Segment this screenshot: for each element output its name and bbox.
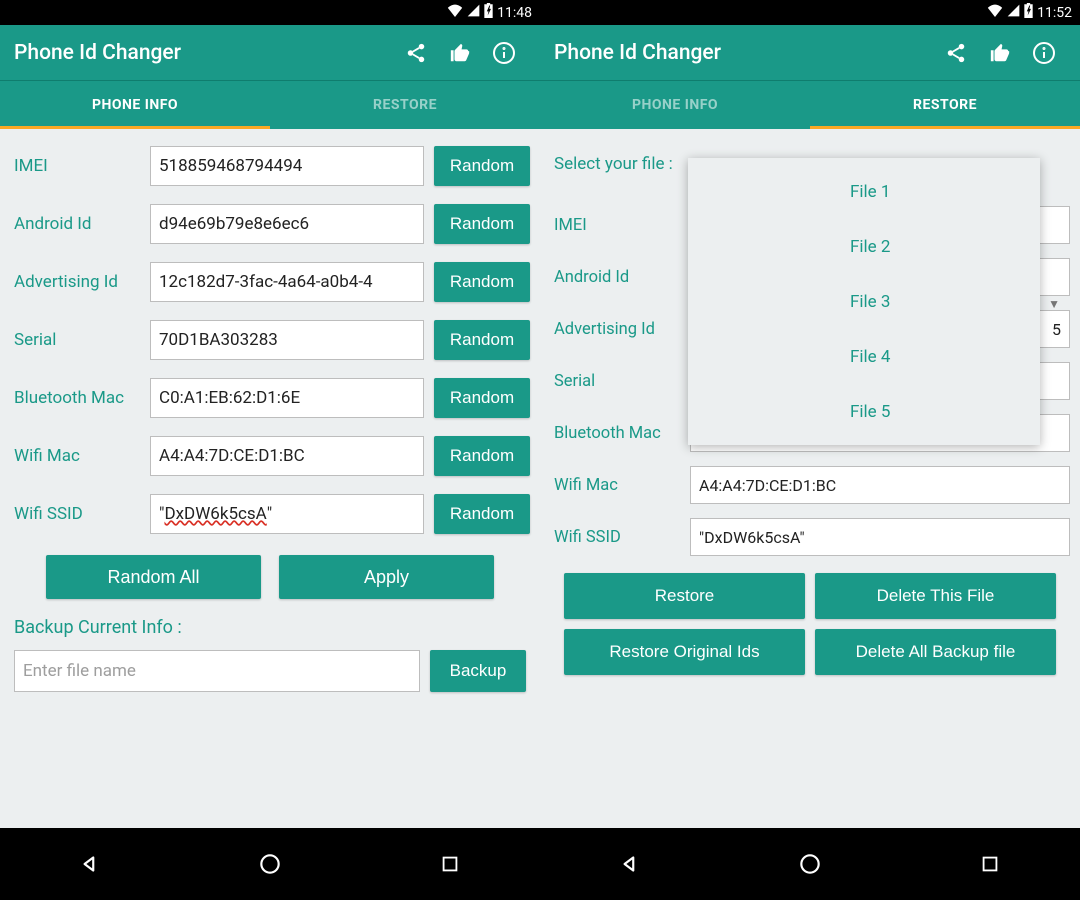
tab-restore[interactable]: RESTORE bbox=[810, 81, 1080, 129]
nav-recent-icon[interactable] bbox=[960, 839, 1020, 889]
backup-header: Backup Current Info : bbox=[10, 607, 530, 646]
tab-phone-info[interactable]: PHONE INFO bbox=[540, 81, 810, 129]
system-nav-bar bbox=[540, 828, 1080, 900]
app-title: Phone Id Changer bbox=[14, 41, 394, 65]
label-androidid: Android Id bbox=[550, 268, 690, 287]
label-ssid: Wifi SSID bbox=[550, 528, 690, 547]
status-bar: 11:48 bbox=[0, 0, 540, 25]
label-imei: IMEI bbox=[550, 216, 690, 235]
input-ssid[interactable]: "DxDW6k5csA" bbox=[150, 494, 424, 534]
input-wifimac[interactable]: A4:A4:7D:CE:D1:BC bbox=[150, 436, 424, 476]
dropdown-caret-icon[interactable]: ▼ bbox=[1048, 297, 1060, 311]
field-row-advid: Advertising Id 12c182d7-3fac-4a64-a0b4-4… bbox=[10, 253, 530, 311]
field-row-imei: IMEI 518859468794494 Random bbox=[10, 137, 530, 195]
field-row-wifimac: Wifi Mac A4:A4:7D:CE:D1:BC bbox=[550, 459, 1070, 511]
nav-home-icon[interactable] bbox=[240, 839, 300, 889]
field-row-wifimac: Wifi Mac A4:A4:7D:CE:D1:BC Random bbox=[10, 427, 530, 485]
input-advid[interactable]: 12c182d7-3fac-4a64-a0b4-4 bbox=[150, 262, 424, 302]
label-serial: Serial bbox=[10, 330, 150, 350]
random-button-ssid[interactable]: Random bbox=[434, 494, 530, 534]
tab-phone-info[interactable]: PHONE INFO bbox=[0, 81, 270, 129]
screen-phone-info: 11:48 Phone Id Changer PHONE INFO RESTOR… bbox=[0, 0, 540, 900]
label-androidid: Android Id bbox=[10, 214, 150, 234]
field-row-androidid: Android Id d94e69b79e8e6ec6 Random bbox=[10, 195, 530, 253]
like-icon[interactable] bbox=[438, 31, 482, 75]
tab-restore[interactable]: RESTORE bbox=[270, 81, 540, 129]
label-advid: Advertising Id bbox=[550, 320, 690, 339]
input-imei[interactable]: 518859468794494 bbox=[150, 146, 424, 186]
screen-restore: 11:52 Phone Id Changer PHONE INFO RESTOR… bbox=[540, 0, 1080, 900]
field-row-ssid: Wifi SSID "DxDW6k5csA" bbox=[550, 511, 1070, 563]
info-icon[interactable] bbox=[482, 31, 526, 75]
restore-original-button[interactable]: Restore Original Ids bbox=[564, 629, 805, 675]
info-icon[interactable] bbox=[1022, 31, 1066, 75]
restore-button[interactable]: Restore bbox=[564, 573, 805, 619]
cell-signal-icon bbox=[467, 4, 480, 21]
system-nav-bar bbox=[0, 828, 540, 900]
label-wifimac: Wifi Mac bbox=[10, 446, 150, 466]
nav-back-icon[interactable] bbox=[60, 839, 120, 889]
backup-button[interactable]: Backup bbox=[430, 650, 526, 692]
like-icon[interactable] bbox=[978, 31, 1022, 75]
app-bar: Phone Id Changer bbox=[0, 25, 540, 81]
cell-signal-icon bbox=[1007, 4, 1020, 21]
content-area: IMEI 518859468794494 Random Android Id d… bbox=[0, 129, 540, 828]
app-bar: Phone Id Changer bbox=[540, 25, 1080, 81]
nav-home-icon[interactable] bbox=[780, 839, 840, 889]
random-button-serial[interactable]: Random bbox=[434, 320, 530, 360]
random-button-androidid[interactable]: Random bbox=[434, 204, 530, 244]
input-btmac[interactable]: C0:A1:EB:62:D1:6E bbox=[150, 378, 424, 418]
input-wifimac[interactable]: A4:A4:7D:CE:D1:BC bbox=[690, 466, 1070, 504]
random-button-imei[interactable]: Random bbox=[434, 146, 530, 186]
random-button-advid[interactable]: Random bbox=[434, 262, 530, 302]
status-time: 11:48 bbox=[497, 5, 532, 21]
delete-all-backup-button[interactable]: Delete All Backup file bbox=[815, 629, 1056, 675]
status-time: 11:52 bbox=[1037, 5, 1072, 21]
dropdown-item-file3[interactable]: File 3 bbox=[688, 274, 1040, 329]
field-row-serial: Serial 70D1BA303283 Random bbox=[10, 311, 530, 369]
dropdown-item-file2[interactable]: File 2 bbox=[688, 219, 1040, 274]
random-button-btmac[interactable]: Random bbox=[434, 378, 530, 418]
random-all-button[interactable]: Random All bbox=[46, 555, 261, 599]
dropdown-item-file1[interactable]: File 1 bbox=[688, 164, 1040, 219]
label-wifimac: Wifi Mac bbox=[550, 476, 690, 495]
field-row-btmac: Bluetooth Mac C0:A1:EB:62:D1:6E Random bbox=[10, 369, 530, 427]
random-button-wifimac[interactable]: Random bbox=[434, 436, 530, 476]
label-imei: IMEI bbox=[10, 156, 150, 176]
battery-charging-icon bbox=[484, 3, 493, 22]
nav-back-icon[interactable] bbox=[600, 839, 660, 889]
dropdown-item-file4[interactable]: File 4 bbox=[688, 329, 1040, 384]
file-dropdown-popup: File 1 File 2 File 3 File 4 File 5 bbox=[688, 158, 1040, 445]
field-row-ssid: Wifi SSID "DxDW6k5csA" Random bbox=[10, 485, 530, 543]
label-ssid: Wifi SSID bbox=[10, 504, 150, 524]
dropdown-item-file5[interactable]: File 5 bbox=[688, 384, 1040, 439]
tab-bar: PHONE INFO RESTORE bbox=[0, 81, 540, 129]
input-serial[interactable]: 70D1BA303283 bbox=[150, 320, 424, 360]
label-advid: Advertising Id bbox=[10, 272, 150, 292]
delete-this-file-button[interactable]: Delete This File bbox=[815, 573, 1056, 619]
select-file-label: Select your file : bbox=[554, 154, 694, 174]
backup-filename-input[interactable]: Enter file name bbox=[14, 650, 420, 692]
status-bar: 11:52 bbox=[540, 0, 1080, 25]
apply-button[interactable]: Apply bbox=[279, 555, 494, 599]
nav-recent-icon[interactable] bbox=[420, 839, 480, 889]
app-title: Phone Id Changer bbox=[554, 41, 934, 65]
wifi-icon bbox=[987, 4, 1003, 21]
label-serial: Serial bbox=[550, 372, 690, 391]
share-icon[interactable] bbox=[934, 31, 978, 75]
tab-bar: PHONE INFO RESTORE bbox=[540, 81, 1080, 129]
input-androidid[interactable]: d94e69b79e8e6ec6 bbox=[150, 204, 424, 244]
share-icon[interactable] bbox=[394, 31, 438, 75]
input-ssid[interactable]: "DxDW6k5csA" bbox=[690, 518, 1070, 556]
label-btmac: Bluetooth Mac bbox=[10, 388, 150, 408]
battery-charging-icon bbox=[1024, 3, 1033, 22]
label-btmac: Bluetooth Mac bbox=[550, 424, 690, 443]
wifi-icon bbox=[447, 4, 463, 21]
